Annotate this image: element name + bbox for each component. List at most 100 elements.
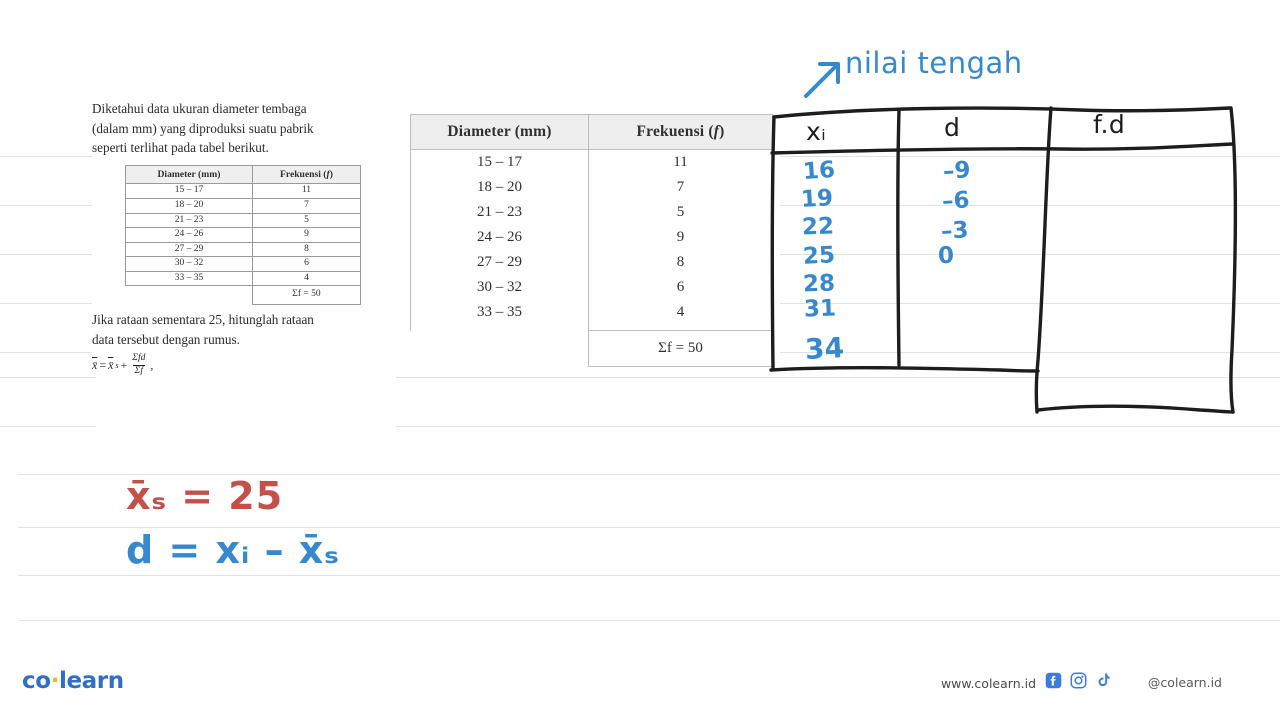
- handtable-header-fd: f.d: [1093, 110, 1126, 139]
- cell-interval: 18 – 20: [125, 197, 253, 214]
- cell-frequency: 7: [251, 197, 362, 214]
- table-row: 27 – 29 8: [125, 241, 362, 258]
- table-header-row: Diameter (mm) Frekuensi (f): [125, 164, 362, 185]
- rule-line: [0, 254, 96, 255]
- tiktok-link[interactable]: [1095, 672, 1112, 689]
- logo-dot: ·: [50, 668, 60, 694]
- cell-frequency: 11: [251, 183, 362, 199]
- rule-line: [396, 377, 1280, 378]
- rule-line: [0, 352, 96, 353]
- rule-line: [780, 156, 1280, 157]
- handtable-header-xi: xᵢ: [806, 117, 827, 146]
- handtable-d-value: 0: [937, 242, 955, 270]
- table-sum-row: Σf = 50: [410, 330, 773, 367]
- annotation-nilai-tengah: nilai tengah: [845, 46, 1023, 80]
- table-row: 21 – 23 5: [410, 200, 773, 225]
- formula-fraction: Σfd Σf: [130, 354, 147, 376]
- rule-line: [780, 352, 1280, 353]
- cell-frequency: 8: [588, 250, 773, 275]
- handtable-xi-value: 31: [803, 295, 837, 323]
- formula-lhs: x̄: [92, 357, 98, 372]
- handtable-d-value: –3: [940, 217, 970, 245]
- instagram-link[interactable]: [1070, 672, 1087, 689]
- cell-interval: 27 – 29: [410, 250, 589, 275]
- formula-plus: +: [120, 357, 128, 372]
- column-header-diameter: Diameter (mm): [125, 164, 253, 185]
- cell-empty: [410, 330, 589, 367]
- frequency-table-large: Diameter (mm) Frekuensi (f) 15 – 17 11 1…: [410, 114, 773, 367]
- f-symbol: f: [326, 168, 330, 180]
- frequency-table-small: Diameter (mm) Frekuensi (f) 15 – 17 11 1…: [125, 164, 362, 305]
- formula-equals: =: [99, 357, 107, 372]
- table-row: 27 – 29 8: [410, 250, 773, 275]
- cell-frequency: 11: [588, 149, 773, 175]
- rule-line: [0, 377, 96, 378]
- rule-line: [0, 426, 96, 427]
- handtable-d-value: –6: [941, 187, 971, 215]
- cell-frequency: 9: [251, 227, 362, 243]
- cell-interval: 30 – 32: [125, 256, 253, 272]
- cell-frequency: 6: [588, 275, 773, 300]
- handtable-header-separator: [770, 142, 1234, 155]
- facebook-link[interactable]: [1045, 672, 1062, 689]
- social-links: [1045, 672, 1112, 689]
- rule-line: [0, 205, 96, 206]
- handtable-xi-value: 25: [802, 242, 836, 270]
- footer: co·learn www.colearn.id @colearn.id: [0, 654, 1280, 720]
- table-row: 15 – 17 11: [125, 183, 362, 199]
- formula-denominator: Σf: [132, 364, 145, 376]
- colearn-logo: co·learn: [22, 668, 124, 694]
- cell-interval: 21 – 23: [410, 200, 589, 225]
- question-line-1: Jika rataan sementara 25, hitunglah rata…: [92, 311, 314, 327]
- table-row: 24 – 26 9: [410, 225, 773, 250]
- cell-empty: [125, 285, 253, 305]
- cell-interval: 24 – 26: [125, 227, 253, 243]
- instagram-icon: [1070, 672, 1087, 689]
- handtable-divider-2: [1034, 106, 1053, 414]
- question-line-2: data tersebut dengan rumus.: [92, 331, 240, 347]
- website-url[interactable]: www.colearn.id: [941, 676, 1036, 691]
- cell-frequency: 6: [251, 256, 362, 272]
- rule-line: [18, 620, 1280, 621]
- logo-text-post: learn: [58, 668, 124, 694]
- cell-sum: Σf = 50: [588, 330, 773, 367]
- cell-frequency: 4: [588, 300, 773, 331]
- tiktok-icon: [1098, 673, 1110, 687]
- rule-line: [780, 303, 1280, 304]
- handtable-bottom-border: [769, 365, 1040, 373]
- rule-line: [0, 303, 96, 304]
- cell-frequency: 5: [588, 200, 773, 225]
- cell-interval: 33 – 35: [410, 300, 589, 331]
- rule-line: [0, 156, 96, 157]
- cell-interval: 15 – 17: [125, 183, 253, 199]
- formula-numerator: Σfd: [132, 353, 146, 364]
- cell-interval: 18 – 20: [410, 175, 589, 200]
- handtable-xi-value: 22: [801, 213, 835, 241]
- table-row: 30 – 32 6: [125, 256, 362, 272]
- cell-frequency: 4: [251, 270, 362, 287]
- f-symbol: f: [713, 123, 720, 140]
- cell-frequency: 9: [588, 225, 773, 250]
- rule-line: [18, 575, 1280, 576]
- cell-frequency: 8: [251, 241, 362, 258]
- table-row: 21 – 23 5: [125, 212, 362, 229]
- handtable-divider-1: [896, 108, 901, 367]
- cell-interval: 27 – 29: [125, 241, 253, 258]
- table-row: 24 – 26 9: [125, 227, 362, 243]
- rule-line: [780, 254, 1280, 255]
- cell-interval: 15 – 17: [410, 149, 589, 175]
- handtable-right-border: [1229, 106, 1237, 414]
- cell-interval: 21 – 23: [125, 212, 253, 229]
- table-row: 15 – 17 11: [410, 149, 773, 175]
- handtable-xi-value: 28: [802, 270, 836, 298]
- table-row: 33 – 35 4: [410, 300, 773, 331]
- table-row: 30 – 32 6: [410, 275, 773, 300]
- rule-line: [396, 426, 1280, 427]
- column-header-diameter: Diameter (mm): [410, 114, 589, 150]
- problem-line-1: Diketahui data ukuran diameter tembaga: [92, 101, 307, 116]
- handtable-xi-value: 19: [800, 185, 834, 213]
- work-deviation-definition: d = xᵢ – x̄ₛ: [126, 528, 340, 572]
- problem-line-2: (dalam mm) yang diproduksi suatu pabrik: [92, 120, 314, 136]
- table-row: 18 – 20 7: [410, 175, 773, 200]
- problem-line-3: seperti terlihat pada tabel berikut.: [92, 140, 269, 156]
